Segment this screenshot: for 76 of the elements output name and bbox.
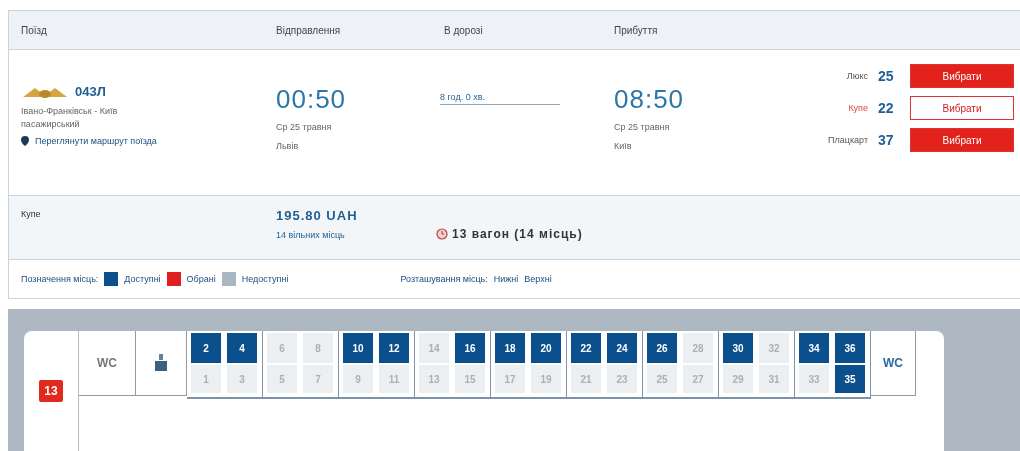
seat[interactable]: 10 (343, 333, 373, 363)
placement-option[interactable]: Нижні (493, 274, 519, 284)
legend-text: Недоступні (241, 274, 289, 284)
seat[interactable]: 34 (799, 333, 829, 363)
ticket-price: 195.80 UAH (276, 208, 359, 223)
seat[interactable]: 16 (455, 333, 485, 363)
clock-icon (436, 227, 448, 240)
seat[interactable]: 5 (267, 365, 297, 393)
class-name: Плацкарт (828, 135, 868, 145)
seat[interactable]: 30 (723, 333, 753, 363)
seat[interactable]: 23 (607, 365, 637, 393)
seat[interactable]: 35 (835, 365, 865, 393)
seat[interactable]: 33 (799, 365, 829, 393)
free-seats: 14 вільних місць (276, 229, 432, 242)
seat[interactable]: 3 (227, 365, 257, 393)
seat[interactable]: 15 (455, 365, 485, 393)
travel-duration: 8 год. 0 хв. (440, 92, 486, 102)
seat[interactable]: 28 (683, 333, 713, 363)
legend-text: Доступні (124, 274, 161, 284)
seat[interactable]: 25 (647, 365, 677, 393)
seat[interactable]: 32 (759, 333, 789, 363)
seat[interactable]: 20 (531, 333, 561, 363)
seat[interactable]: 24 (607, 333, 637, 363)
seat[interactable]: 18 (495, 333, 525, 363)
seat[interactable]: 31 (759, 365, 789, 393)
location-pin-icon (21, 136, 29, 147)
seat[interactable]: 7 (303, 365, 333, 393)
seat[interactable]: 4 (227, 333, 257, 363)
legend-label: Позначення місць: (21, 274, 99, 284)
car-class: Купе (21, 208, 42, 221)
seat[interactable]: 21 (571, 365, 601, 393)
seat[interactable]: 27 (683, 365, 713, 393)
train-route: Івано-Франківськ - Київ пасажирський (21, 105, 119, 131)
arrival-station: Київ (614, 139, 633, 153)
choose-button[interactable]: Вибрати (910, 128, 1014, 152)
seat-count: 22 (878, 100, 895, 116)
choose-button[interactable]: Вибрати (910, 64, 1014, 88)
legend-text: Обрані (186, 274, 216, 284)
seat[interactable]: 1 (191, 365, 221, 393)
seat[interactable]: 26 (647, 333, 677, 363)
seat[interactable]: 8 (303, 333, 333, 363)
seat[interactable]: 9 (343, 365, 373, 393)
column-header: В дорозі (443, 24, 484, 36)
placement-label: Розташування місць: (400, 274, 488, 284)
column-header: Прибуття (613, 24, 659, 36)
seat[interactable]: 19 (531, 365, 561, 393)
seat-count: 25 (878, 68, 895, 84)
column-header: Відправлення (275, 24, 342, 36)
toilet-label: WC (97, 356, 117, 370)
class-name: Люкс (846, 71, 868, 81)
toilet-label: WC (883, 356, 903, 370)
column-header: Поїзд (20, 24, 48, 36)
departure-time: 00:50 (276, 84, 348, 115)
seat[interactable]: 13 (419, 365, 449, 393)
departure-station: Львів (276, 139, 300, 153)
seat[interactable]: 6 (267, 333, 297, 363)
arrival-date: Ср 25 травня (614, 121, 671, 134)
seat[interactable]: 12 (379, 333, 409, 363)
seat[interactable]: 11 (379, 365, 409, 393)
route-link[interactable]: Переглянути маршрут поїзда (35, 136, 157, 147)
arrival-time: 08:50 (614, 84, 686, 115)
car-number-badge: 13 (39, 380, 63, 402)
seat[interactable]: 17 (495, 365, 525, 393)
seat[interactable]: 14 (419, 333, 449, 363)
seat-count: 37 (878, 132, 895, 148)
seat[interactable]: 36 (835, 333, 865, 363)
choose-button[interactable]: Вибрати (910, 96, 1014, 120)
seat[interactable]: 29 (723, 365, 753, 393)
luggage-icon (154, 354, 168, 372)
seat[interactable]: 2 (191, 333, 221, 363)
car-number: 13 вагон (14 місць) (452, 226, 583, 241)
class-name: Купе (848, 103, 868, 113)
placement-option[interactable]: Верхні (524, 274, 552, 284)
seat[interactable]: 22 (571, 333, 601, 363)
departure-date: Ср 25 травня (276, 121, 333, 134)
train-number: 043Л (75, 84, 106, 99)
